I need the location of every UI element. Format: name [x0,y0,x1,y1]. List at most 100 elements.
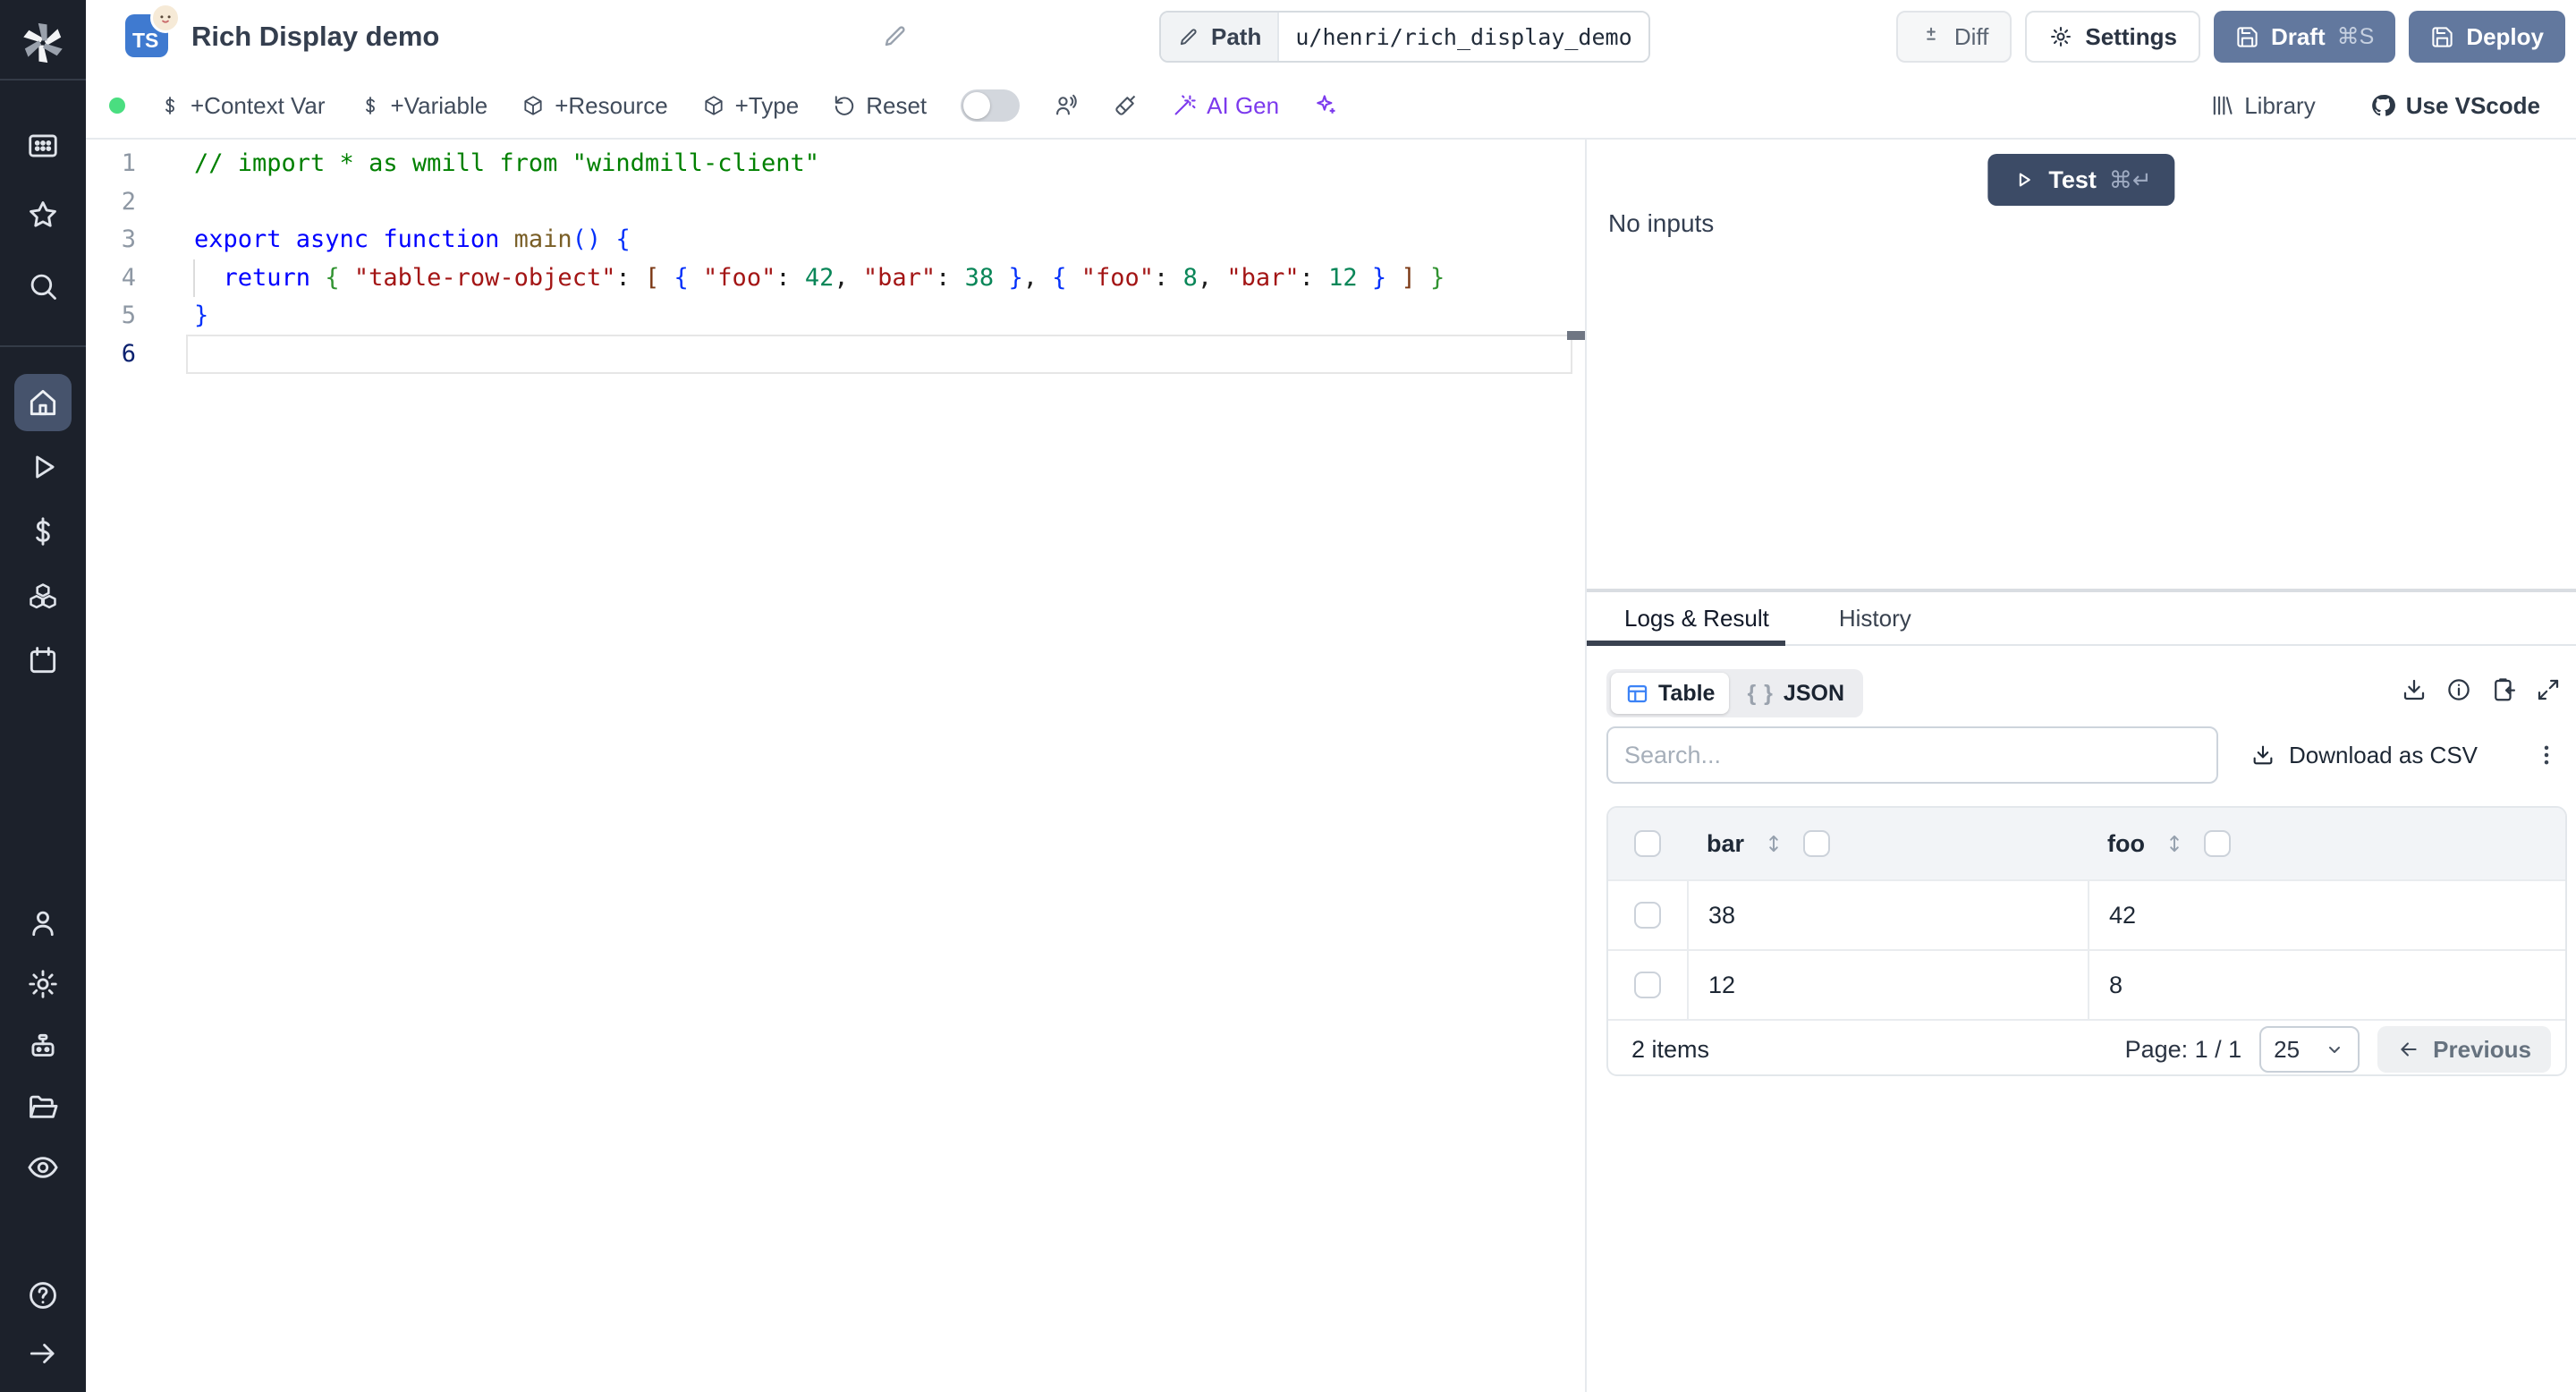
ai-gen-button[interactable]: AI Gen [1172,92,1279,120]
row-checkbox[interactable] [1634,902,1661,929]
select-all-checkbox[interactable] [1634,830,1661,857]
add-resource-button[interactable]: +Resource [521,92,668,120]
code-line-content[interactable]: } [136,297,208,335]
path-value[interactable]: u/henri/rich_display_demo [1279,13,1648,61]
download-csv-button[interactable]: Download as CSV [2250,726,2478,784]
dollar-icon [165,97,174,115]
table-row[interactable]: 12 8 [1608,949,2565,1019]
draft-button[interactable]: Draft ⌘S [2213,11,2396,63]
expand-sidebar-arrow-icon[interactable] [0,1337,86,1371]
test-button[interactable]: Test ⌘↵ [1987,154,2175,206]
previous-page-button[interactable]: Previous [2377,1026,2551,1073]
code-line-content[interactable]: return { "table-row-object": [ { "foo": … [136,259,1445,298]
code-line-content[interactable] [136,183,194,222]
path-field[interactable]: Path u/henri/rich_display_demo [1159,11,1650,63]
play-icon [2019,173,2030,187]
add-type-button[interactable]: +Type [702,92,799,120]
multiplayer-toggle[interactable] [961,89,1021,122]
add-variable-button[interactable]: +Variable [360,92,487,120]
path-label-segment[interactable]: Path [1161,13,1280,61]
code-lines: 1// import * as wmill from "windmill-cli… [86,145,1585,373]
table-footer: 2 items Page: 1 / 1 25 Previous [1608,1019,2565,1074]
schedules-calendar-icon[interactable] [0,643,86,677]
code-line[interactable]: 1// import * as wmill from "windmill-cli… [86,145,1585,183]
sparkles-icon[interactable] [1313,93,1338,118]
braces-icon: { } [1747,680,1775,706]
info-icon[interactable] [2445,676,2472,703]
runs-play-icon[interactable] [0,450,86,484]
github-icon [2371,94,2395,116]
settings-gear-icon[interactable] [0,967,86,1001]
user-icon[interactable] [0,906,86,940]
collaborators-icon[interactable] [1054,93,1079,118]
reset-button[interactable]: Reset [833,92,927,120]
column-toggle-foo[interactable] [2203,830,2231,857]
use-vscode-button[interactable]: Use VScode [2369,92,2540,120]
gear-icon [2051,27,2072,47]
code-line[interactable]: 2 [86,183,1585,222]
windmill-logo-icon[interactable] [0,23,86,63]
apps-icon[interactable] [0,129,86,163]
help-icon[interactable] [0,1278,86,1312]
sidebar [0,0,86,1392]
code-line[interactable]: 6 [86,335,1585,374]
library-button[interactable]: Library [2209,91,2316,120]
expand-fullscreen-icon[interactable] [2535,676,2562,703]
package-icon [524,96,542,115]
home-icon[interactable] [0,386,86,420]
edit-title-pencil-icon[interactable] [881,21,910,50]
view-table-button[interactable]: Table [1611,673,1730,714]
script-emoji-avatar [150,3,181,33]
audit-eye-icon[interactable] [0,1150,86,1184]
code-line[interactable]: 4 return { "table-row-object": [ { "foo"… [86,259,1585,298]
page-size-select[interactable]: 25 [2259,1026,2360,1073]
search-input[interactable] [1606,726,2218,784]
format-brush-icon[interactable] [1113,93,1138,118]
editor-overview-ruler-marker[interactable] [1567,331,1587,340]
code-line-content[interactable] [136,335,194,374]
sidebar-divider [0,79,86,81]
settings-button[interactable]: Settings [2025,11,2200,63]
diff-button[interactable]: Diff [1895,11,2012,63]
save-icon [2237,26,2258,47]
sort-icon[interactable] [1762,832,1785,855]
test-shortcut: ⌘↵ [2108,166,2152,193]
line-number: 5 [121,301,136,329]
code-line[interactable]: 5} [86,297,1585,335]
sort-icon[interactable] [2163,832,2186,855]
add-context-var-button[interactable]: +Context Var [159,92,326,120]
code-line-content[interactable]: export async function main() { [136,221,631,259]
tab-history[interactable]: History [1839,605,1911,632]
resources-cubes-icon[interactable] [0,580,86,614]
code-editor[interactable]: 1// import * as wmill from "windmill-cli… [86,140,1587,1392]
library-label: Library [2244,91,2316,119]
language-badge: TS [125,3,181,57]
row-checkbox[interactable] [1634,972,1661,998]
search-icon[interactable] [0,269,86,303]
view-table-label: Table [1658,680,1716,706]
copy-to-clipboard-icon[interactable] [2490,676,2517,703]
favorites-star-icon[interactable] [0,198,86,232]
deploy-button[interactable]: Deploy [2409,11,2565,63]
code-line-content[interactable]: // import * as wmill from "windmill-clie… [136,145,819,183]
tab-logs-result[interactable]: Logs & Result [1624,605,1769,632]
column-header-foo[interactable]: foo [2107,830,2145,858]
variables-dollar-icon[interactable] [0,514,86,548]
workers-robot-icon[interactable] [0,1030,86,1064]
table-cell: 8 [2088,951,2565,1019]
code-line[interactable]: 3 export async function main() { [86,221,1585,259]
line-number: 1 [121,149,136,177]
column-header-bar[interactable]: bar [1707,830,1744,858]
download-icon[interactable] [2401,676,2428,703]
table-row[interactable]: 38 42 [1608,879,2565,949]
folders-icon[interactable] [0,1091,86,1125]
reset-rotate-icon [835,96,854,115]
view-json-button[interactable]: { } JSON [1733,673,1859,714]
save-icon [2432,26,2453,47]
table-header-row: bar foo [1608,808,2565,879]
column-toggle-bar[interactable] [1803,830,1831,857]
arrow-left-icon [2397,1038,2420,1061]
more-options-kebab-icon[interactable] [2533,726,2560,784]
view-toggle: Table { } JSON [1606,669,1864,717]
no-inputs-text: No inputs [1608,209,1715,237]
